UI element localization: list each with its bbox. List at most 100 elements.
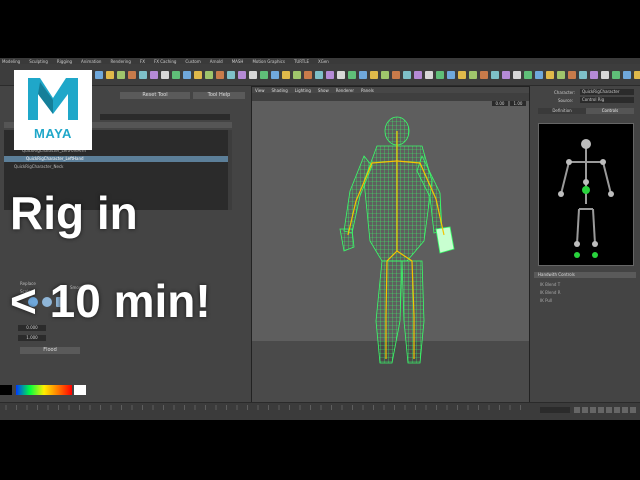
shelf-tool-icon[interactable]: [326, 70, 334, 79]
flood-button[interactable]: Flood: [20, 347, 80, 354]
left-foot-effector[interactable]: [574, 252, 580, 258]
shelf-tool-icon[interactable]: [216, 70, 224, 79]
outliner-row-selected[interactable]: QuickRigCharacter_LeftHand: [4, 156, 232, 162]
color-ramp[interactable]: [16, 385, 72, 395]
color-swatch-black[interactable]: [0, 385, 12, 395]
shelf-tool-icon[interactable]: [447, 70, 455, 79]
shelf-tool-icon[interactable]: [271, 70, 279, 79]
character-mesh[interactable]: [252, 101, 530, 420]
right-foot-effector[interactable]: [592, 252, 598, 258]
shelf-tool-icon[interactable]: [414, 70, 422, 79]
playback-controls[interactable]: [574, 407, 636, 413]
shelf-tool-icon[interactable]: [95, 70, 103, 79]
shelf-tool-icon[interactable]: [172, 70, 180, 79]
search-field[interactable]: [100, 114, 230, 120]
shelf-tool-icon[interactable]: [183, 70, 191, 79]
menu-set-tab[interactable]: Arnold: [210, 59, 223, 64]
shelf-tool-icon[interactable]: [260, 70, 268, 79]
time-slider[interactable]: [0, 402, 640, 420]
playback-button[interactable]: [606, 407, 612, 413]
playback-button[interactable]: [622, 407, 628, 413]
viewport-menu-item[interactable]: View: [255, 88, 265, 93]
shelf-tool-icon[interactable]: [612, 70, 620, 79]
shelf-tool-icon[interactable]: [546, 70, 554, 79]
menu-set-tab[interactable]: TURTLE: [294, 59, 309, 64]
shelf-tool-icon[interactable]: [403, 70, 411, 79]
tab-definition[interactable]: Definition: [538, 108, 586, 114]
viewport-menu-item[interactable]: Lighting: [295, 88, 311, 93]
viewport-menu-item[interactable]: Renderer: [336, 88, 354, 93]
menu-set-tab[interactable]: FX Caching: [154, 59, 176, 64]
shelf-tool-icon[interactable]: [359, 70, 367, 79]
shelf-tool-icon[interactable]: [117, 70, 125, 79]
outliner-scrollbar[interactable]: [228, 130, 232, 210]
menu-set-tab[interactable]: Motion Graphics: [252, 59, 285, 64]
shelf-tool-icon[interactable]: [469, 70, 477, 79]
shelf-tool-icon[interactable]: [128, 70, 136, 79]
playback-button[interactable]: [614, 407, 620, 413]
value-field[interactable]: 1.000: [18, 335, 46, 341]
playback-button[interactable]: [598, 407, 604, 413]
outliner-row[interactable]: QuickRigCharacter_Neck: [4, 164, 232, 170]
menu-set-tab[interactable]: Modeling: [2, 59, 20, 64]
playback-button[interactable]: [630, 407, 636, 413]
shelf-tool-icon[interactable]: [491, 70, 499, 79]
selected-hand[interactable]: [435, 226, 455, 254]
shelf-tool-icon[interactable]: [381, 70, 389, 79]
shelf-tool-icon[interactable]: [282, 70, 290, 79]
source-dropdown[interactable]: Control Rig: [580, 97, 634, 103]
shelf-tool-icon[interactable]: [392, 70, 400, 79]
shelf-tool-icon[interactable]: [348, 70, 356, 79]
shelf-tool-icon[interactable]: [106, 70, 114, 79]
shelf-tool-icon[interactable]: [480, 70, 488, 79]
shelf-tool-icon[interactable]: [458, 70, 466, 79]
menu-set-tab[interactable]: Sculpting: [29, 59, 48, 64]
shelf-tool-icon[interactable]: [425, 70, 433, 79]
viewport-menu-item[interactable]: Panels: [361, 88, 374, 93]
shelf-tool-icon[interactable]: [205, 70, 213, 79]
shelf-tool-icon[interactable]: [568, 70, 576, 79]
shelf-tool-icon[interactable]: [139, 70, 147, 79]
shelf-tool-icon[interactable]: [337, 70, 345, 79]
shelf-tool-icon[interactable]: [557, 70, 565, 79]
menu-set-tab[interactable]: Animation: [81, 59, 101, 64]
viewport-menu-item[interactable]: Show: [318, 88, 329, 93]
viewport-menu-item[interactable]: Shading: [272, 88, 288, 93]
shelf-tool-icon[interactable]: [502, 70, 510, 79]
character-dropdown[interactable]: QuickRigCharacter: [580, 89, 634, 95]
shelf-tool-icon[interactable]: [315, 70, 323, 79]
menu-set-tab[interactable]: XGen: [318, 59, 329, 64]
reset-tool-button[interactable]: Reset Tool: [120, 92, 190, 99]
playback-button[interactable]: [574, 407, 580, 413]
tool-help-button[interactable]: Tool Help: [193, 92, 245, 99]
shelf-tool-icon[interactable]: [623, 70, 631, 79]
color-swatch-white[interactable]: [74, 385, 86, 395]
shelf-tool-icon[interactable]: [436, 70, 444, 79]
perspective-viewport[interactable]: View Shading Lighting Show Renderer Panels 0.…: [251, 86, 530, 420]
menu-set-tab[interactable]: Rigging: [57, 59, 72, 64]
playback-button[interactable]: [582, 407, 588, 413]
shelf-tool-icon[interactable]: [194, 70, 202, 79]
shelf-tool-icon[interactable]: [249, 70, 257, 79]
shelf-tool-icon[interactable]: [535, 70, 543, 79]
shelf-tool-icon[interactable]: [590, 70, 598, 79]
shelf-tool-icon[interactable]: [150, 70, 158, 79]
shelf-tool-icon[interactable]: [238, 70, 246, 79]
shelf-tool-icon[interactable]: [227, 70, 235, 79]
hips-effector[interactable]: [582, 186, 590, 194]
menu-set-tab[interactable]: Custom: [185, 59, 200, 64]
menu-set-tab[interactable]: FX: [140, 59, 145, 64]
shelf-tool-icon[interactable]: [513, 70, 521, 79]
shelf-tool-icon[interactable]: [524, 70, 532, 79]
playback-button[interactable]: [590, 407, 596, 413]
menu-set-tab[interactable]: Rendering: [110, 59, 130, 64]
shelf-tool-icon[interactable]: [161, 70, 169, 79]
menu-set-tab[interactable]: MASH: [232, 59, 244, 64]
shelf-tool-icon[interactable]: [601, 70, 609, 79]
shelf-tool-icon[interactable]: [370, 70, 378, 79]
current-frame-field[interactable]: [540, 407, 570, 413]
shelf-tool-icon[interactable]: [634, 70, 640, 79]
section-header[interactable]: Handwith Controls: [534, 272, 636, 278]
shelf-tool-icon[interactable]: [293, 70, 301, 79]
tab-controls[interactable]: Controls: [586, 108, 634, 114]
